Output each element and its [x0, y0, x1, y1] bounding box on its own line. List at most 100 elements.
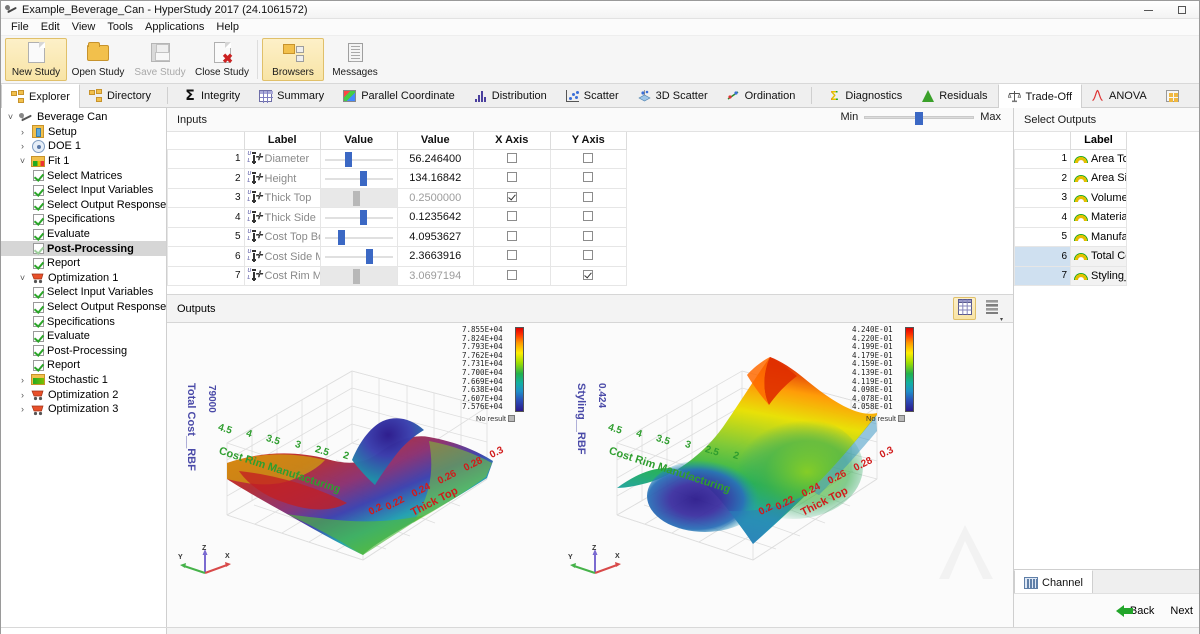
- col-x-axis[interactable]: X Axis: [474, 132, 551, 149]
- tree-node-opt-evaluate[interactable]: Evaluate: [1, 329, 166, 344]
- tree-node-stochastic-1[interactable]: › Stochastic 1: [1, 373, 166, 388]
- chevron-down-icon[interactable]: ˅: [17, 156, 28, 166]
- tab-3d-scatter[interactable]: 3D Scatter: [629, 84, 718, 107]
- input-value[interactable]: 56.246400: [397, 149, 474, 169]
- table-row[interactable]: 4 UL✛Thick Side 0.1235642: [168, 208, 627, 228]
- chevron-down-icon[interactable]: ▾: [1000, 316, 1003, 323]
- output-label-cell[interactable]: Area Side__RBF: [1071, 169, 1127, 189]
- input-label-cell[interactable]: UL✛Cost Rim Manufac...: [244, 266, 321, 286]
- tree-node-doe-1[interactable]: › DOE 1: [1, 139, 166, 154]
- tab-ordination[interactable]: Ordination: [718, 84, 806, 107]
- tree-node-opt-report[interactable]: Report: [1, 358, 166, 373]
- browsers-button[interactable]: Browsers: [262, 38, 324, 81]
- list-item[interactable]: 4 Material Cost__RBF: [1015, 208, 1127, 228]
- menu-tools[interactable]: Tools: [101, 20, 139, 34]
- tree-node-specifications[interactable]: Specifications: [1, 212, 166, 227]
- new-study-button[interactable]: New Study: [5, 38, 67, 81]
- tree-node-opt-specifications[interactable]: Specifications: [1, 314, 166, 329]
- tab-parallel-coordinate[interactable]: Parallel Coordinate: [334, 84, 465, 107]
- tree-node-select-matrices[interactable]: Select Matrices: [1, 168, 166, 183]
- slider-track[interactable]: [864, 116, 974, 119]
- tree-node-opt-post-processing[interactable]: Post-Processing: [1, 344, 166, 359]
- x-axis-checkbox[interactable]: [507, 153, 517, 163]
- chevron-right-icon[interactable]: ›: [17, 127, 28, 137]
- tab-two-panel[interactable]: [1157, 84, 1190, 107]
- tab-summary[interactable]: Summary: [250, 84, 334, 107]
- styling-plot[interactable]: 4.240E-01 4.220E-01 4.199E-01 4.179E-01 …: [557, 323, 947, 627]
- x-axis-cell[interactable]: [474, 266, 551, 286]
- y-axis-checkbox[interactable]: [583, 192, 593, 202]
- next-button[interactable]: Next: [1170, 605, 1193, 617]
- col-value-slider[interactable]: Value: [321, 132, 398, 149]
- menu-applications[interactable]: Applications: [139, 20, 210, 34]
- y-axis-checkbox[interactable]: [583, 250, 593, 260]
- select-outputs-list[interactable]: Label 1 Area Top Bot__RBF 2 Area S: [1014, 132, 1199, 569]
- slider-thumb[interactable]: [915, 112, 923, 125]
- explorer-tree[interactable]: ˅ Beverage Can › Setup › DOE 1 ˅ Fit 1: [1, 108, 167, 627]
- y-axis-cell[interactable]: [550, 188, 627, 208]
- y-axis-cell[interactable]: [550, 247, 627, 267]
- x-axis-cell[interactable]: [474, 149, 551, 169]
- tree-node-post-processing[interactable]: Post-Processing: [1, 241, 166, 256]
- y-axis-cell[interactable]: [550, 227, 627, 247]
- tree-node-optimization-3[interactable]: › Optimization 3: [1, 402, 166, 417]
- x-axis-cell[interactable]: [474, 208, 551, 228]
- checkbox-checked-icon[interactable]: [33, 199, 44, 210]
- tab-diagnostics[interactable]: Σ Diagnostics: [818, 84, 912, 107]
- checkbox-checked-icon[interactable]: [33, 360, 44, 371]
- messages-button[interactable]: Messages: [324, 38, 386, 81]
- input-value[interactable]: 0.1235642: [397, 208, 474, 228]
- x-axis-cell[interactable]: [474, 227, 551, 247]
- y-axis-cell[interactable]: [550, 208, 627, 228]
- checkbox-checked-icon[interactable]: [33, 170, 44, 181]
- x-axis-checkbox[interactable]: [507, 192, 517, 202]
- x-axis-checkbox[interactable]: [507, 211, 517, 221]
- y-axis-checkbox[interactable]: [583, 231, 593, 241]
- table-row[interactable]: 6 UL✛Cost Side Material 2.3663916: [168, 247, 627, 267]
- tab-trade-off[interactable]: Trade-Off: [998, 84, 1082, 108]
- input-slider-cell[interactable]: [321, 208, 398, 228]
- input-value[interactable]: 2.3663916: [397, 247, 474, 267]
- y-axis-cell[interactable]: [550, 149, 627, 169]
- x-axis-checkbox[interactable]: [507, 231, 517, 241]
- tree-node-optimization-2[interactable]: › Optimization 2: [1, 387, 166, 402]
- col-value-number[interactable]: Value: [397, 132, 474, 149]
- col-y-axis[interactable]: Y Axis: [550, 132, 627, 149]
- menu-edit[interactable]: Edit: [35, 20, 66, 34]
- x-axis-cell[interactable]: [474, 188, 551, 208]
- input-label-cell[interactable]: UL✛Thick Side: [244, 208, 321, 228]
- minimize-button[interactable]: [1131, 1, 1165, 19]
- tree-node-fit-1[interactable]: ˅ Fit 1: [1, 154, 166, 169]
- tab-anova[interactable]: ANOVA: [1082, 84, 1157, 107]
- chevron-right-icon[interactable]: ›: [17, 141, 28, 151]
- checkbox-checked-icon[interactable]: [33, 287, 44, 298]
- y-axis-checkbox[interactable]: [583, 153, 593, 163]
- table-row[interactable]: 1 UL✛Diameter 56.246400: [168, 149, 627, 169]
- output-label-cell[interactable]: Manufacturing Cost...: [1071, 227, 1127, 247]
- input-value[interactable]: 134.16842: [397, 169, 474, 189]
- back-button[interactable]: Back: [1116, 605, 1154, 617]
- tree-node-report[interactable]: Report: [1, 256, 166, 271]
- close-study-button[interactable]: ✖ Close Study: [191, 38, 253, 81]
- table-row[interactable]: 5 UL✛Cost Top Bot Mate... 4.0953627: [168, 227, 627, 247]
- y-axis-checkbox[interactable]: [583, 270, 593, 280]
- output-label-cell[interactable]: Styling__RBF: [1071, 266, 1127, 286]
- input-slider-cell[interactable]: [321, 227, 398, 247]
- checkbox-checked-icon[interactable]: [33, 345, 44, 356]
- list-item[interactable]: 5 Manufacturing Cost...: [1015, 227, 1127, 247]
- output-label-cell[interactable]: Area Top Bot__RBF: [1071, 149, 1127, 169]
- y-axis-cell[interactable]: [550, 169, 627, 189]
- y-axis-checkbox[interactable]: [583, 211, 593, 221]
- input-slider-cell[interactable]: [321, 188, 398, 208]
- total-cost-plot[interactable]: 7.855E+04 7.824E+04 7.793E+04 7.762E+04 …: [167, 323, 557, 627]
- input-slider-cell[interactable]: [321, 149, 398, 169]
- tree-node-setup[interactable]: › Setup: [1, 125, 166, 140]
- tab-channel[interactable]: Channel: [1014, 570, 1093, 594]
- list-item[interactable]: 6 Total Cost__RBF: [1015, 247, 1127, 267]
- checkbox-checked-icon[interactable]: [33, 185, 44, 196]
- checkbox-checked-icon[interactable]: [33, 331, 44, 342]
- table-row[interactable]: 7 UL✛Cost Rim Manufac... 3.0697194: [168, 266, 627, 286]
- tree-node-opt-select-input-variables[interactable]: Select Input Variables: [1, 285, 166, 300]
- checkbox-checked-icon[interactable]: [33, 214, 44, 225]
- input-value[interactable]: 0.2500000: [397, 188, 474, 208]
